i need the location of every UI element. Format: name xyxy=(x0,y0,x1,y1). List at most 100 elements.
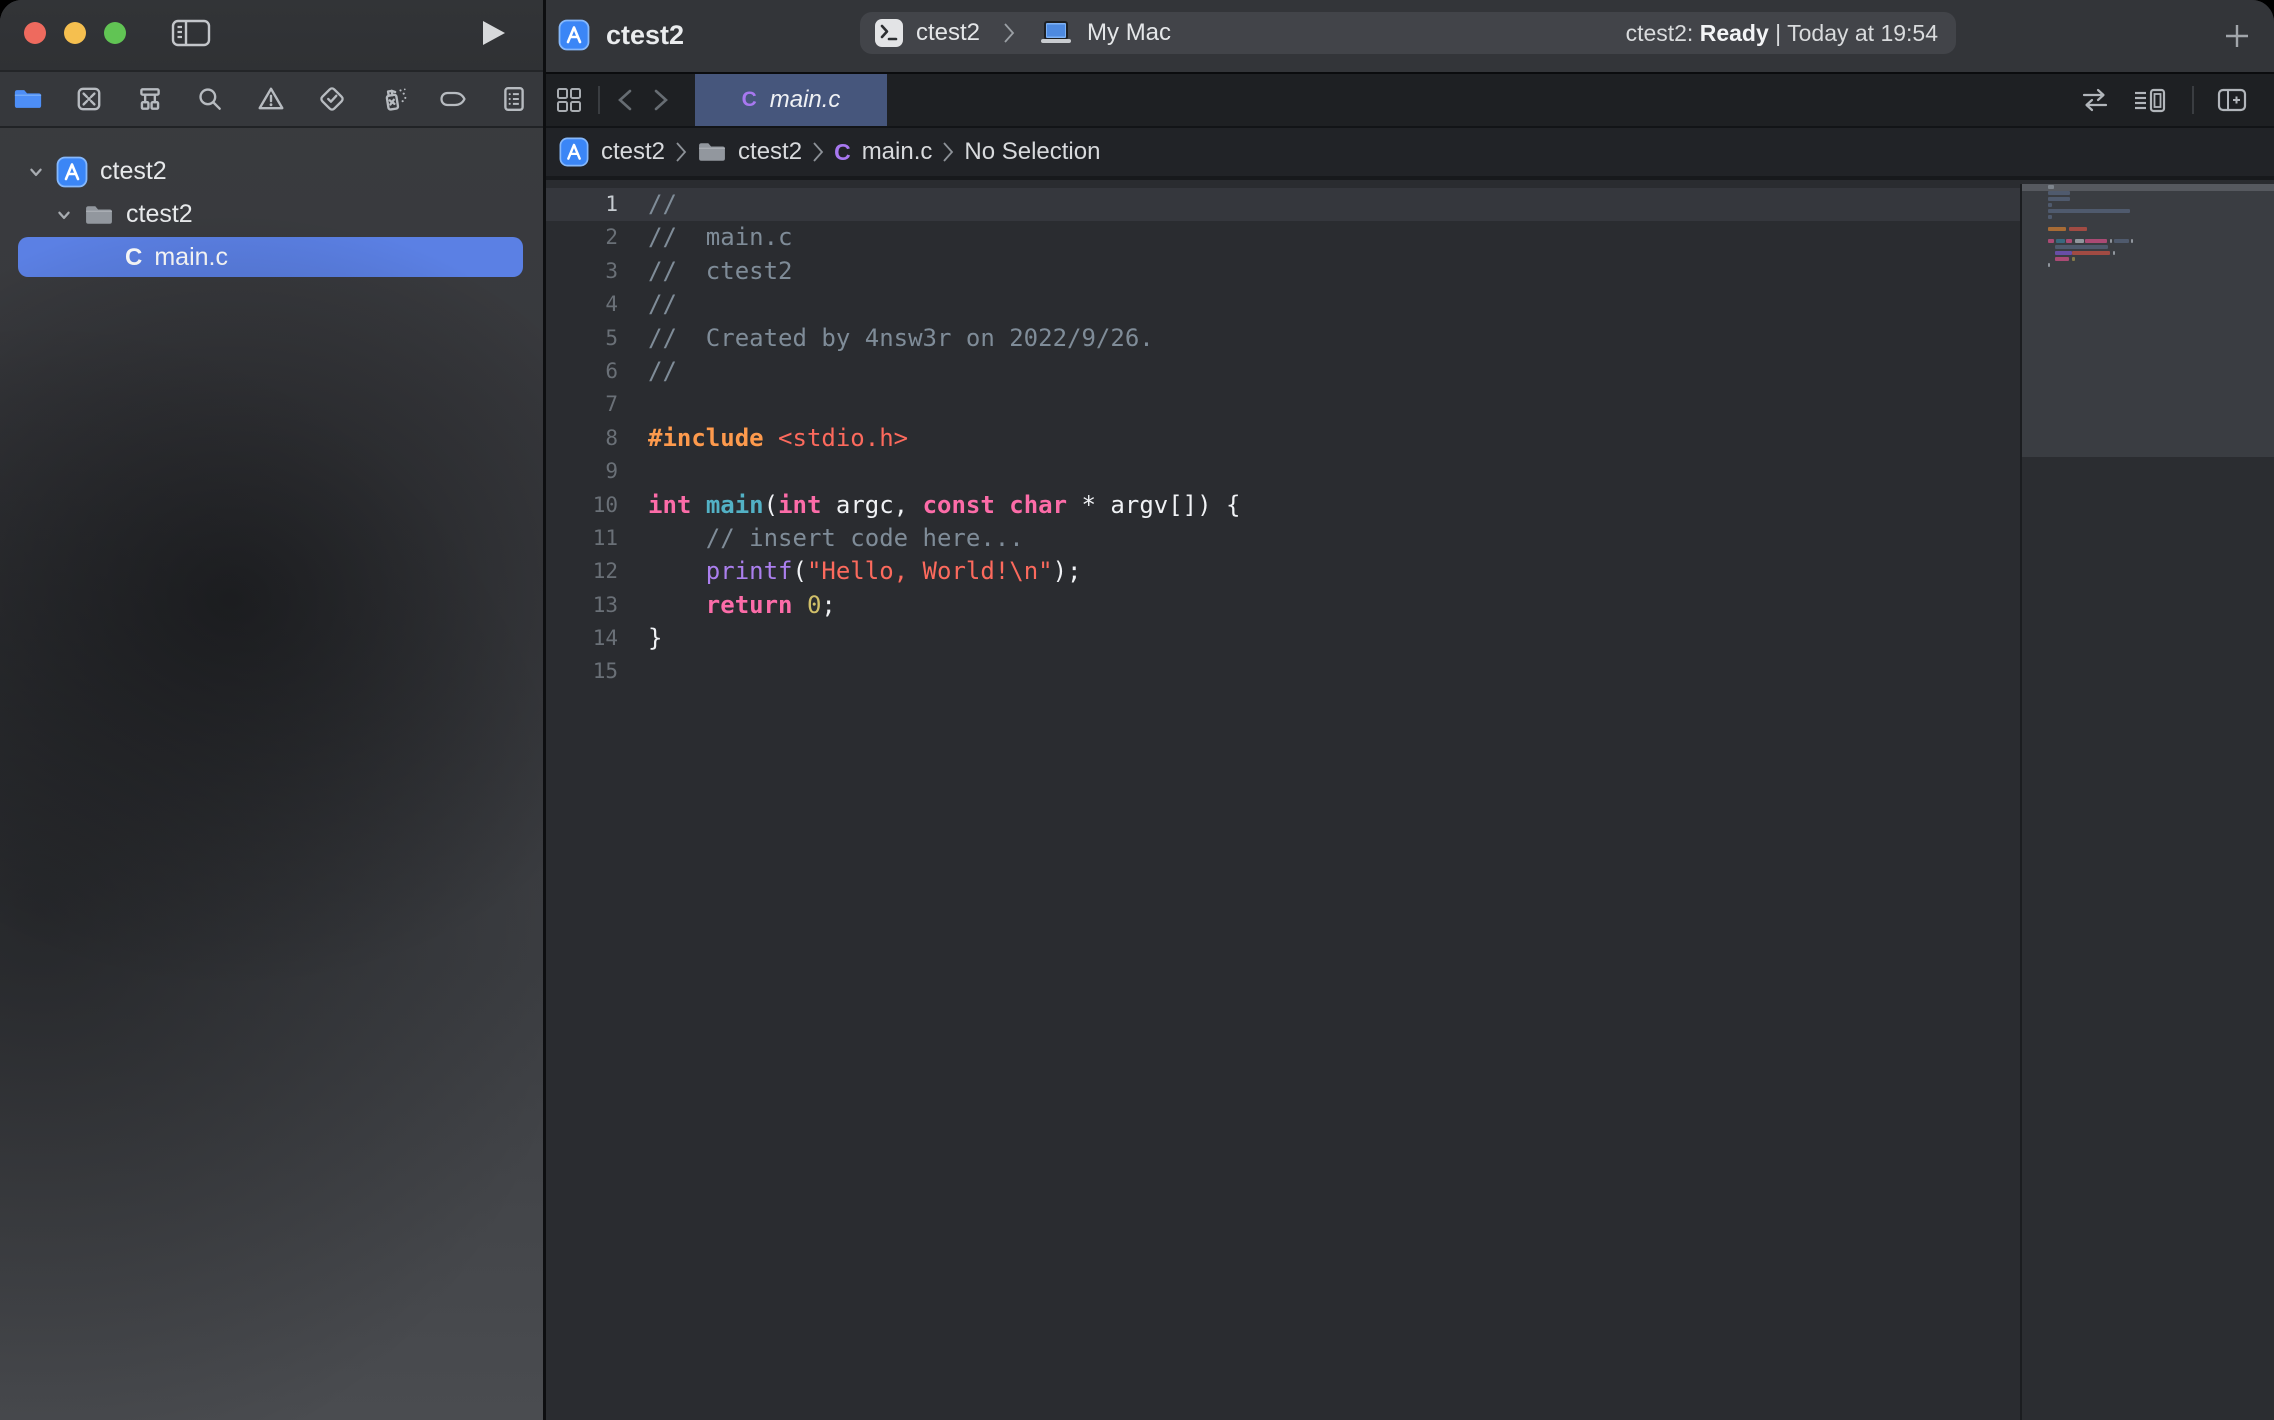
zoom-window-button[interactable] xyxy=(104,22,126,44)
jumpbar-item-main.c[interactable]: Cmain.c xyxy=(834,138,932,166)
folder-icon xyxy=(84,203,114,227)
debug-navigator-icon[interactable] xyxy=(378,84,408,114)
line-number[interactable]: 11 xyxy=(546,522,618,555)
code-text[interactable]: printf("Hello, World!\n"); xyxy=(618,555,1082,588)
test-navigator-icon[interactable] xyxy=(317,84,347,114)
scheme-selector[interactable]: ctest2 My Mac xyxy=(860,19,1171,47)
tree-row-ctest2[interactable]: ctest2 xyxy=(0,193,543,236)
close-window-button[interactable] xyxy=(24,22,46,44)
line-number[interactable]: 13 xyxy=(546,589,618,622)
minimap-line-mark xyxy=(2048,215,2052,219)
line-number[interactable]: 15 xyxy=(546,655,618,688)
related-items-grid-icon[interactable] xyxy=(554,85,584,115)
minimap-line-mark xyxy=(2055,251,2072,255)
code-line-1[interactable]: 1// xyxy=(546,188,2020,221)
tree-row-main.c[interactable]: Cmain.c xyxy=(0,236,543,279)
add-editor-icon[interactable] xyxy=(2216,85,2248,115)
run-button[interactable] xyxy=(478,18,508,48)
code-text[interactable]: // xyxy=(618,188,677,221)
code-text[interactable] xyxy=(618,655,648,688)
code-editor-surface[interactable]: 1//2// main.c3// ctest24//5// Created by… xyxy=(546,184,2020,1420)
token xyxy=(648,557,706,585)
token: // main.c xyxy=(648,223,793,251)
code-line-14[interactable]: 14} xyxy=(546,622,2020,655)
code-text[interactable]: #include <stdio.h> xyxy=(618,422,908,455)
code-line-3[interactable]: 3// ctest2 xyxy=(546,255,2020,288)
report-navigator-icon[interactable] xyxy=(499,84,529,114)
code-text[interactable]: } xyxy=(618,622,662,655)
source-control-navigator-icon[interactable] xyxy=(74,84,104,114)
code-text[interactable]: // Created by 4nsw3r on 2022/9/26. xyxy=(618,322,1154,355)
code-line-6[interactable]: 6// xyxy=(546,355,2020,388)
line-number[interactable]: 8 xyxy=(546,422,618,455)
library-add-button[interactable] xyxy=(2222,21,2252,51)
tree-item-label: ctest2 xyxy=(126,200,193,229)
code-text[interactable]: // xyxy=(618,355,677,388)
code-line-5[interactable]: 5// Created by 4nsw3r on 2022/9/26. xyxy=(546,322,2020,355)
code-review-arrows-icon[interactable] xyxy=(2080,86,2110,114)
code-text[interactable]: // ctest2 xyxy=(618,255,793,288)
disclosure-chevron-icon[interactable] xyxy=(52,203,76,227)
code-line-12[interactable]: 12 printf("Hello, World!\n"); xyxy=(546,555,2020,588)
token xyxy=(648,591,706,619)
line-number[interactable]: 5 xyxy=(546,322,618,355)
code-line-13[interactable]: 13 return 0; xyxy=(546,589,2020,622)
tree-item-label: main.c xyxy=(154,243,228,272)
code-text[interactable]: // xyxy=(618,288,677,321)
sidebar-titlebar xyxy=(0,0,543,72)
disclosure-chevron-icon[interactable] xyxy=(24,160,48,184)
code-text[interactable] xyxy=(618,455,648,488)
issue-navigator-icon[interactable] xyxy=(256,84,286,114)
jumpbar-item-ctest2[interactable]: ctest2 xyxy=(558,136,665,168)
find-navigator-icon[interactable] xyxy=(195,84,225,114)
jumpbar-item-no-selection[interactable]: No Selection xyxy=(964,138,1100,166)
jumpbar-item-ctest2[interactable]: ctest2 xyxy=(697,138,802,166)
go-forward-icon[interactable] xyxy=(650,85,672,115)
token: // insert code here... xyxy=(706,524,1024,552)
line-number[interactable]: 7 xyxy=(546,388,618,421)
activity-scheme-bar[interactable]: ctest2 My Mac ctest2: Ready | Today at 1… xyxy=(860,12,1956,54)
line-number[interactable]: 12 xyxy=(546,555,618,588)
code-line-9[interactable]: 9 xyxy=(546,455,2020,488)
code-line-10[interactable]: 10int main(int argc, const char * argv[]… xyxy=(546,489,2020,522)
code-text[interactable]: int main(int argc, const char * argv[]) … xyxy=(618,489,1240,522)
line-number[interactable]: 3 xyxy=(546,255,618,288)
tab-main.c[interactable]: Cmain.c xyxy=(695,74,887,126)
line-number[interactable]: 9 xyxy=(546,455,618,488)
folder-icon xyxy=(697,140,727,164)
code-line-4[interactable]: 4// xyxy=(546,288,2020,321)
line-number[interactable]: 1 xyxy=(546,188,618,221)
code-line-8[interactable]: 8#include <stdio.h> xyxy=(546,422,2020,455)
code-line-15[interactable]: 15 xyxy=(546,655,2020,688)
code-text[interactable]: return 0; xyxy=(618,589,836,622)
minimap-document-extent xyxy=(2022,184,2274,457)
line-number[interactable]: 4 xyxy=(546,288,618,321)
activity-status[interactable]: ctest2: Ready | Today at 19:54 xyxy=(1626,20,1956,47)
code-text[interactable]: // main.c xyxy=(618,221,793,254)
code-line-7[interactable]: 7 xyxy=(546,388,2020,421)
jump-bar: ctest2 ctest2 Cmain.c No Selection xyxy=(546,128,2274,180)
minimap[interactable] xyxy=(2020,184,2274,1420)
editor-options-icon[interactable] xyxy=(2132,85,2170,115)
symbol-navigator-icon[interactable] xyxy=(135,84,165,114)
code-line-11[interactable]: 11 // insert code here... xyxy=(546,522,2020,555)
minimap-current-line-highlight xyxy=(2022,184,2274,191)
code-line-2[interactable]: 2 // main.c xyxy=(546,221,2020,254)
minimap-line-mark xyxy=(2055,245,2108,249)
code-text[interactable]: // insert code here... xyxy=(618,522,1024,555)
token xyxy=(648,524,706,552)
minimize-window-button[interactable] xyxy=(64,22,86,44)
line-number[interactable]: 14 xyxy=(546,622,618,655)
line-number[interactable]: 10 xyxy=(546,489,618,522)
toggle-sidebar-icon[interactable] xyxy=(171,18,211,48)
my-mac-laptop-icon xyxy=(1038,20,1074,46)
tree-row-ctest2[interactable]: ctest2 xyxy=(0,150,543,193)
breakpoint-navigator-icon[interactable] xyxy=(438,84,468,114)
line-number[interactable]: 2 xyxy=(546,221,618,254)
go-back-icon[interactable] xyxy=(614,85,636,115)
code-text[interactable] xyxy=(618,388,648,421)
tree-item-label: ctest2 xyxy=(100,157,167,186)
selection-highlight xyxy=(18,237,523,277)
line-number[interactable]: 6 xyxy=(546,355,618,388)
project-navigator-icon[interactable] xyxy=(13,84,43,114)
